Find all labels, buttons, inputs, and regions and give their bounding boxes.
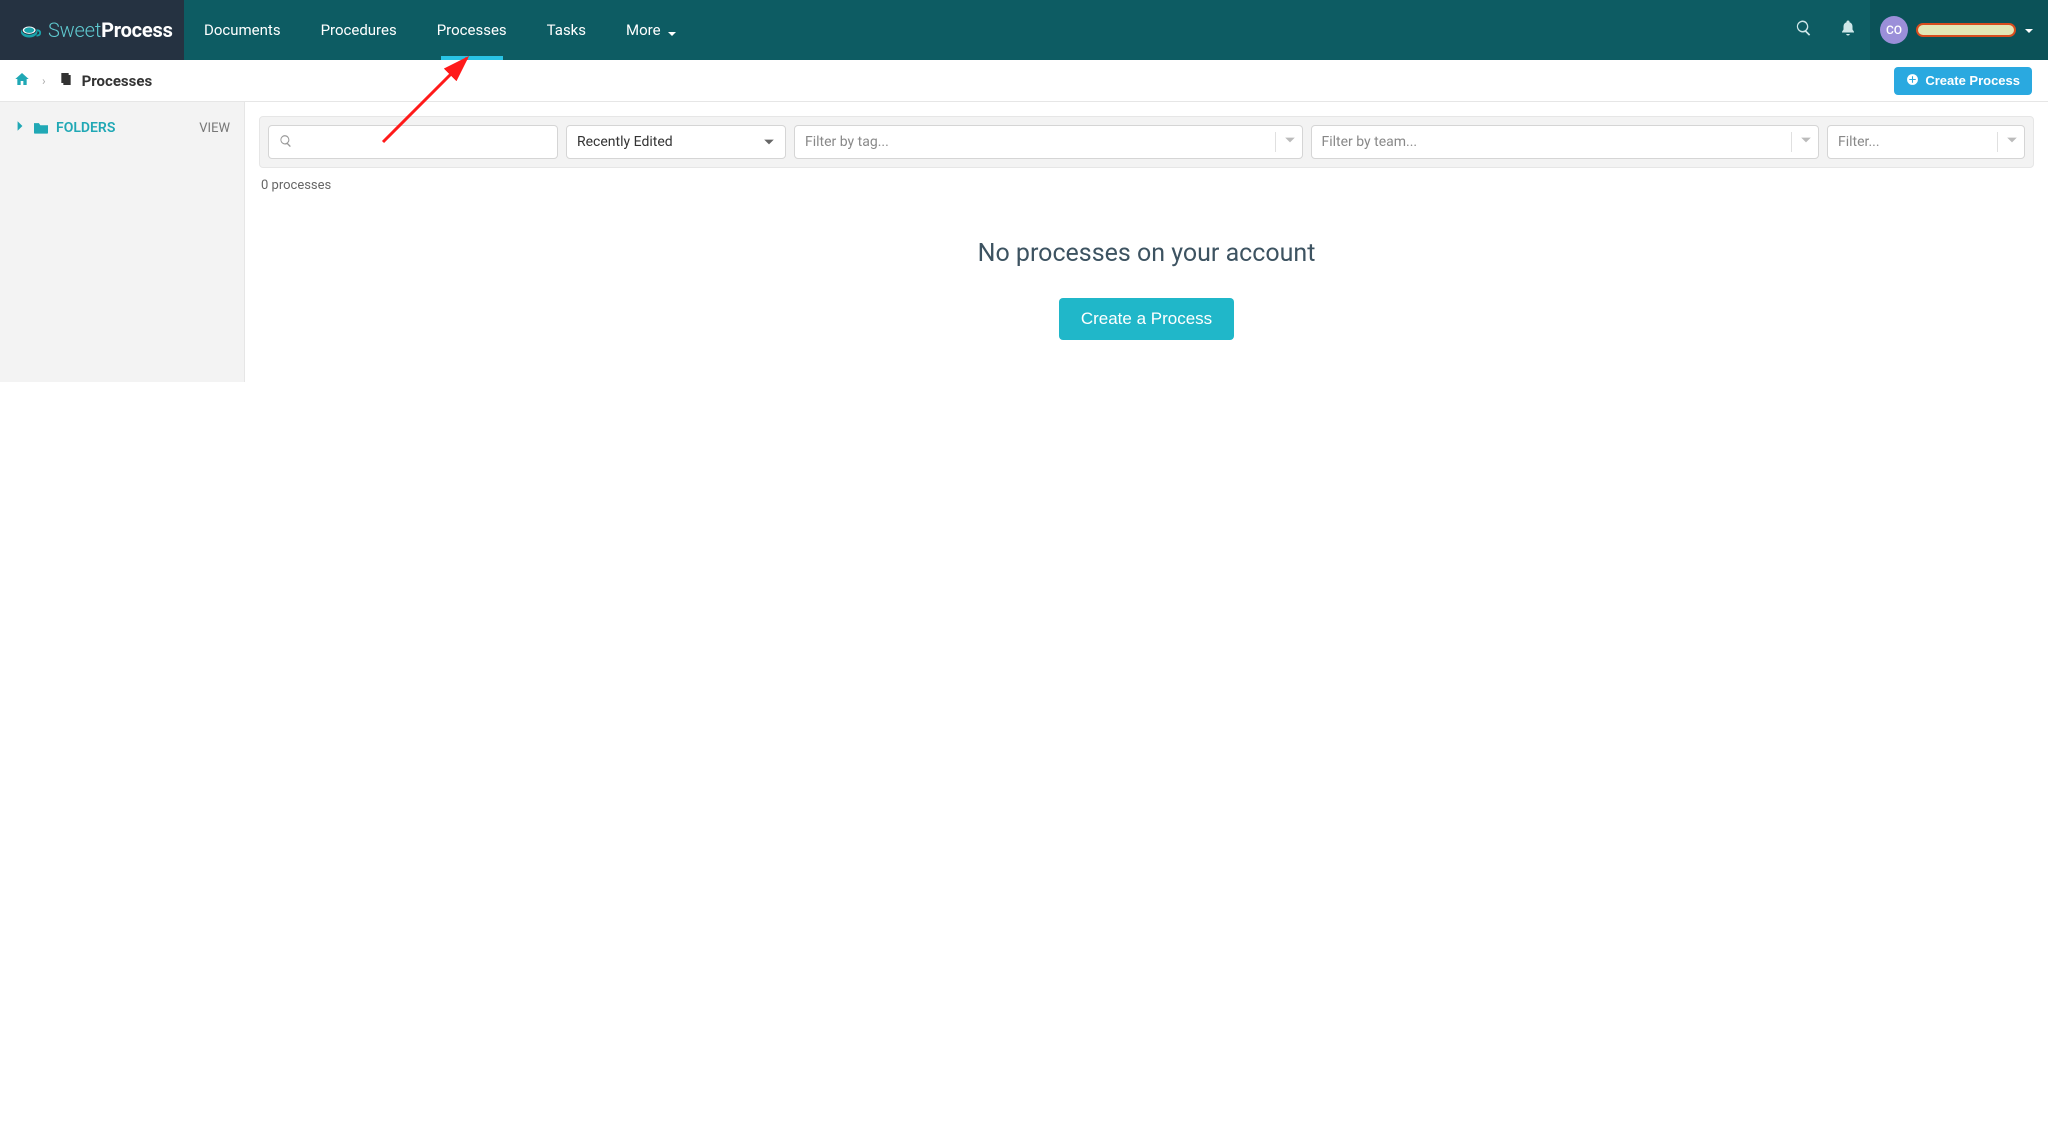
chevron-down-icon (763, 136, 775, 148)
plus-circle-icon (1906, 73, 1919, 89)
nav-tasks[interactable]: Tasks (527, 0, 606, 60)
search-input[interactable] (301, 134, 547, 150)
filter-tag-select[interactable]: Filter by tag... (794, 125, 1303, 159)
folder-icon (32, 121, 50, 135)
user-menu[interactable]: CO (1870, 0, 2048, 60)
breadcrumb-home[interactable] (14, 71, 30, 91)
top-navbar: SweetProcess Documents Procedures Proces… (0, 0, 2048, 60)
create-process-button[interactable]: Create Process (1894, 67, 2032, 95)
avatar: CO (1880, 16, 1908, 44)
divider (1997, 132, 1998, 152)
sidebar-view-label[interactable]: VIEW (199, 121, 230, 136)
logo-text: SweetProcess (48, 18, 173, 42)
logo-cup-icon (20, 21, 42, 39)
filter-team-select[interactable]: Filter by team... (1311, 125, 1820, 159)
divider (1791, 132, 1792, 152)
bell-icon (1839, 19, 1857, 41)
user-name-redacted (1916, 23, 2016, 37)
search-input-wrapper[interactable] (268, 125, 558, 159)
filter-tag-placeholder: Filter by tag... (805, 134, 1267, 150)
empty-state: No processes on your account Create a Pr… (259, 239, 2034, 340)
breadcrumb-separator: › (42, 74, 46, 88)
nav-more-label: More (626, 21, 661, 39)
processes-list-icon (58, 71, 74, 91)
global-search-button[interactable] (1782, 0, 1826, 60)
main-content: Recently Edited Filter by tag... Filter … (245, 102, 2048, 382)
sidebar-folders-label: FOLDERS (56, 120, 115, 136)
filter-bar: Recently Edited Filter by tag... Filter … (259, 116, 2034, 168)
chevron-right-icon (14, 120, 26, 136)
chevron-down-icon (1800, 134, 1812, 150)
home-icon (14, 71, 30, 91)
nav-more[interactable]: More (606, 0, 697, 60)
nav-procedures[interactable]: Procedures (301, 0, 417, 60)
nav-documents[interactable]: Documents (184, 0, 301, 60)
nav-items: Documents Procedures Processes Tasks Mor… (184, 0, 697, 60)
logo[interactable]: SweetProcess (0, 0, 184, 60)
filter-generic-select[interactable]: Filter... (1827, 125, 2025, 159)
empty-title: No processes on your account (259, 239, 2034, 268)
sidebar: FOLDERS VIEW (0, 102, 245, 382)
breadcrumb-current: Processes (82, 72, 153, 90)
create-process-label: Create Process (1925, 73, 2020, 88)
breadcrumb-bar: › Processes Create Process (0, 60, 2048, 102)
notifications-button[interactable] (1826, 0, 1870, 60)
create-process-cta[interactable]: Create a Process (1059, 298, 1234, 340)
nav-right: CO (1782, 0, 2048, 60)
divider (1275, 132, 1276, 152)
filter-team-placeholder: Filter by team... (1322, 134, 1784, 150)
search-icon (1795, 19, 1813, 41)
sort-select-value: Recently Edited (577, 134, 673, 150)
chevron-down-icon (667, 25, 677, 35)
sidebar-folders-toggle[interactable]: FOLDERS (14, 120, 115, 136)
nav-processes[interactable]: Processes (417, 0, 527, 60)
sort-select[interactable]: Recently Edited (566, 125, 786, 159)
search-icon (279, 133, 293, 152)
chevron-down-icon (2006, 134, 2018, 150)
process-count: 0 processes (261, 178, 2032, 193)
chevron-down-icon (2024, 21, 2034, 40)
filter-generic-placeholder: Filter... (1838, 134, 1989, 150)
chevron-down-icon (1284, 134, 1296, 150)
